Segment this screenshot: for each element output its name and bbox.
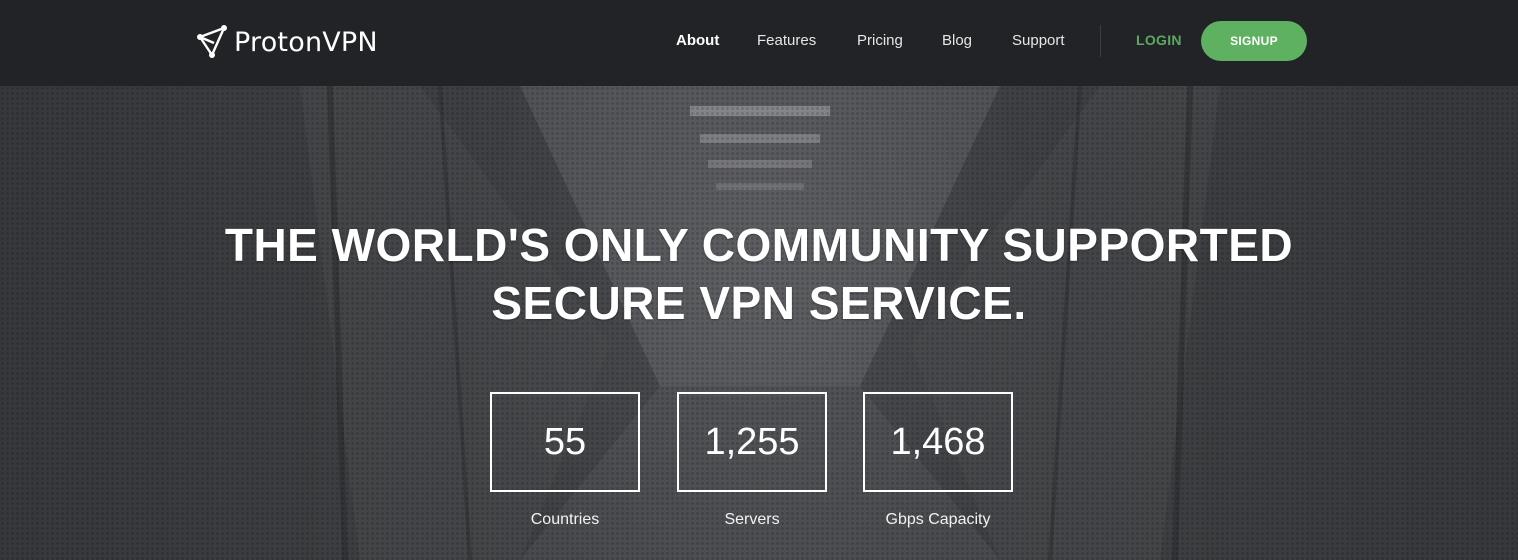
nav-support[interactable]: Support	[1012, 32, 1065, 49]
hero-section: THE WORLD'S ONLY COMMUNITY SUPPORTED SEC…	[0, 86, 1518, 560]
login-link[interactable]: LOGIN	[1136, 32, 1182, 48]
stat-capacity-label: Gbps Capacity	[885, 511, 991, 528]
nav-about[interactable]: About	[676, 32, 719, 49]
nav-features[interactable]: Features	[757, 32, 816, 49]
stat-servers-value: 1,255	[677, 392, 827, 492]
stat-capacity-value: 1,468	[863, 392, 1013, 492]
stat-countries-label: Countries	[530, 511, 600, 528]
nav-blog[interactable]: Blog	[942, 32, 972, 49]
nav-pricing[interactable]: Pricing	[857, 32, 903, 49]
signup-button[interactable]: SIGNUP	[1201, 21, 1307, 61]
stat-countries-value: 55	[490, 392, 640, 492]
hero-headline-line-2: SECURE VPN SERVICE.	[491, 277, 1027, 329]
stat-servers-label: Servers	[724, 511, 780, 528]
stat-countries: 55 Countries	[490, 392, 640, 529]
hero-headline-line-1: THE WORLD'S ONLY COMMUNITY SUPPORTED	[224, 219, 1294, 271]
hero-headline: THE WORLD'S ONLY COMMUNITY SUPPORTED SEC…	[0, 216, 1518, 332]
stat-capacity: 1,468 Gbps Capacity	[863, 392, 1013, 529]
top-navbar: ProtonVPN About Features Pricing Blog Su…	[0, 0, 1518, 86]
nav-divider	[1100, 25, 1101, 57]
stat-servers: 1,255 Servers	[677, 392, 827, 529]
